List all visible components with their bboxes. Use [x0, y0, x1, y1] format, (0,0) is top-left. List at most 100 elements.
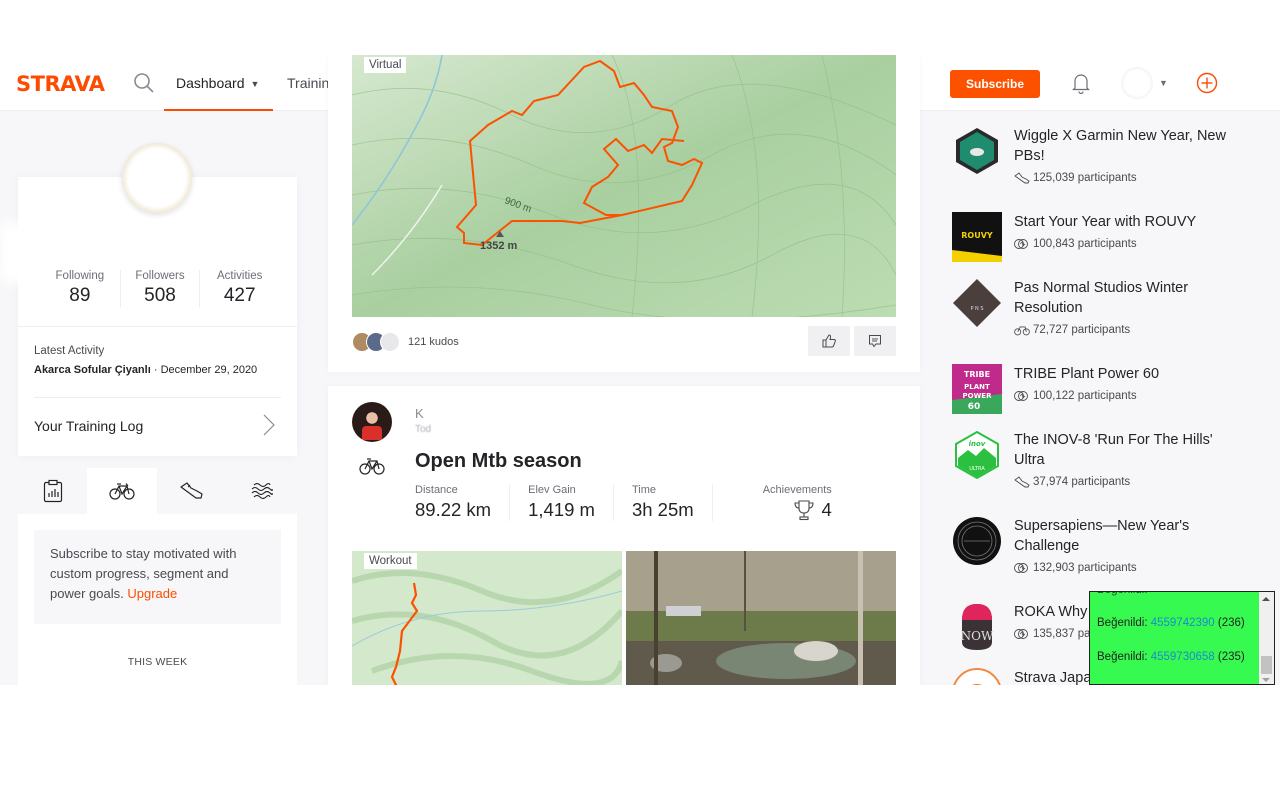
activity-card: K Tod Open Mtb season Distance 89.22 km … [328, 386, 920, 685]
activity-id-link[interactable]: 4559742390 [1151, 617, 1215, 629]
activity-metrics: Distance 89.22 km Elev Gain 1,419 m Time… [415, 484, 868, 521]
scroll-down-icon[interactable] [1262, 678, 1270, 682]
trophy-icon [794, 500, 815, 521]
activity-map[interactable]: 900 m 1352 m Virtual [352, 55, 896, 317]
metric-value: 89.22 km [415, 499, 492, 520]
profile-stats: Following 89 Followers 508 Activities 42… [18, 270, 297, 307]
search-icon[interactable] [133, 72, 155, 94]
latest-activity[interactable]: Akarca Sofular Çiyanlı · December 29, 20… [34, 364, 257, 376]
participants-count: 100,843 participants [1033, 238, 1137, 250]
strava-logo[interactable]: STRAVA [16, 72, 105, 96]
metric-time: Time 3h 25m [632, 484, 713, 521]
upgrade-link[interactable]: Upgrade [127, 586, 177, 601]
comment-button[interactable] [854, 326, 896, 356]
tab-progress[interactable] [18, 468, 88, 514]
metric-distance: Distance 89.22 km [415, 484, 511, 521]
svg-text:ULTRA: ULTRA [969, 466, 985, 472]
subscribe-goals-message: Subscribe to stay motivated with custom … [34, 530, 281, 624]
nav-dashboard[interactable]: Dashboard ▼ [164, 55, 273, 111]
run-shoe-icon [1014, 476, 1030, 488]
activity-timestamp: Tod [415, 424, 432, 435]
run-shoe-icon [1014, 172, 1030, 184]
scrollbar-thumb[interactable] [1261, 656, 1272, 674]
athlete-avatar[interactable] [352, 402, 392, 442]
challenge-title: Wiggle X Garmin New Year, New PBs! [1014, 128, 1226, 164]
multisport-icon [1014, 629, 1028, 639]
map-tag-workout: Workout [364, 553, 417, 569]
svg-text:POWER: POWER [963, 392, 993, 400]
blurred-region [0, 223, 40, 283]
log-prefix: Beğenildi: [1097, 651, 1148, 663]
swim-waves-icon [251, 482, 273, 500]
blank-area [0, 685, 1280, 800]
athlete-name[interactable]: K [415, 406, 424, 421]
kudos-log-content: Beğenildi: Beğenildi: 4559742390 (236) B… [1090, 592, 1260, 684]
bike-icon [359, 458, 385, 475]
page-viewport: STRAVA Dashboard▼ Training▼ Explore▼ Cha… [0, 55, 1280, 685]
challenge-badge-tribe: TRIBE PLANT POWER 60 [952, 364, 1002, 414]
chevron-down-icon: ▼ [250, 79, 260, 89]
challenge-badge-strava-japan [953, 668, 1001, 685]
latest-activity-label: Latest Activity [34, 345, 105, 357]
user-avatar[interactable] [1121, 67, 1153, 99]
svg-text:P N S: P N S [970, 306, 983, 312]
log-line: Beğenildi: 4559742390 (236) [1097, 617, 1245, 629]
kudo-avatar[interactable] [380, 332, 400, 352]
stat-label: Following [55, 270, 105, 282]
run-shoe-icon [180, 482, 203, 499]
popup-scrollbar[interactable] [1259, 592, 1274, 684]
activity-map[interactable]: Workout [352, 551, 622, 685]
training-log-link[interactable]: Your Training Log [34, 418, 143, 434]
challenge-badge-pns: P N S [953, 279, 1001, 327]
metric-achievements: Achievements 4 [763, 484, 850, 521]
this-week-label: THIS WEEK [127, 656, 188, 668]
subscribe-button[interactable]: Subscribe [950, 70, 1040, 98]
svg-text:PLANT: PLANT [964, 383, 990, 391]
svg-text:TRIBE: TRIBE [964, 370, 990, 379]
stat-followers[interactable]: Followers 508 [119, 270, 200, 307]
challenge-participants: 100,843 participants [1014, 238, 1137, 250]
tab-cycling[interactable] [87, 468, 157, 514]
challenge-badge-supersapiens [953, 517, 1001, 565]
bike-icon [1014, 326, 1030, 336]
log-prefix: Beğenildi: [1097, 617, 1148, 629]
plus-circle-icon[interactable] [1196, 72, 1218, 94]
challenge-title: Start Your Year with ROUVY [1014, 214, 1197, 230]
goal-tabs [18, 468, 297, 514]
stat-following[interactable]: Following 89 [40, 270, 120, 307]
tab-running[interactable] [157, 468, 227, 514]
latest-activity-date: December 29, 2020 [160, 364, 258, 376]
svg-text:ROUVY: ROUVY [961, 231, 993, 240]
svg-text:60: 60 [968, 402, 981, 412]
stat-activities[interactable]: Activities 427 [199, 270, 279, 307]
metric-value: 1,419 m [528, 499, 595, 520]
stat-label: Followers [135, 270, 185, 282]
give-kudos-button[interactable] [808, 326, 850, 356]
kudos-log-popup: Beğenildi: Beğenildi: 4559742390 (236) B… [1089, 591, 1275, 685]
metric-value: 4 [763, 499, 832, 521]
challenge-badge-roka: NOW [961, 604, 994, 650]
scroll-up-icon[interactable] [1262, 597, 1270, 601]
kudos-row[interactable]: 121 kudos [352, 330, 459, 354]
log-line: Beğenildi: 4559730658 (235) [1097, 651, 1245, 663]
map-peak-label: 1352 m [480, 240, 518, 252]
metric-label: Distance [415, 484, 458, 496]
divider [18, 326, 297, 327]
challenge-title: The INOV-8 'Run For The Hills' Ultra [1014, 432, 1213, 468]
metric-label: Elev Gain [528, 484, 576, 496]
participants-count: 100,122 participants [1033, 390, 1137, 402]
tab-swimming[interactable] [227, 468, 297, 514]
profile-avatar[interactable] [122, 143, 192, 213]
map-terrain: 900 m 1352 m [352, 55, 896, 317]
bell-icon[interactable] [1070, 72, 1092, 94]
chevron-right-icon[interactable] [262, 413, 276, 437]
kudos-count[interactable]: 121 kudos [408, 336, 459, 348]
comment-icon [869, 335, 881, 348]
activity-id-link[interactable]: 4559730658 [1151, 651, 1215, 663]
goals-card: Subscribe to stay motivated with custom … [18, 514, 297, 685]
activity-photo[interactable] [626, 551, 896, 685]
chevron-down-icon[interactable]: ▼ [1159, 78, 1168, 88]
stat-value: 508 [144, 285, 176, 306]
activity-title[interactable]: Open Mtb season [415, 450, 582, 473]
latest-activity-name[interactable]: Akarca Sofular Çiyanlı [34, 364, 151, 376]
